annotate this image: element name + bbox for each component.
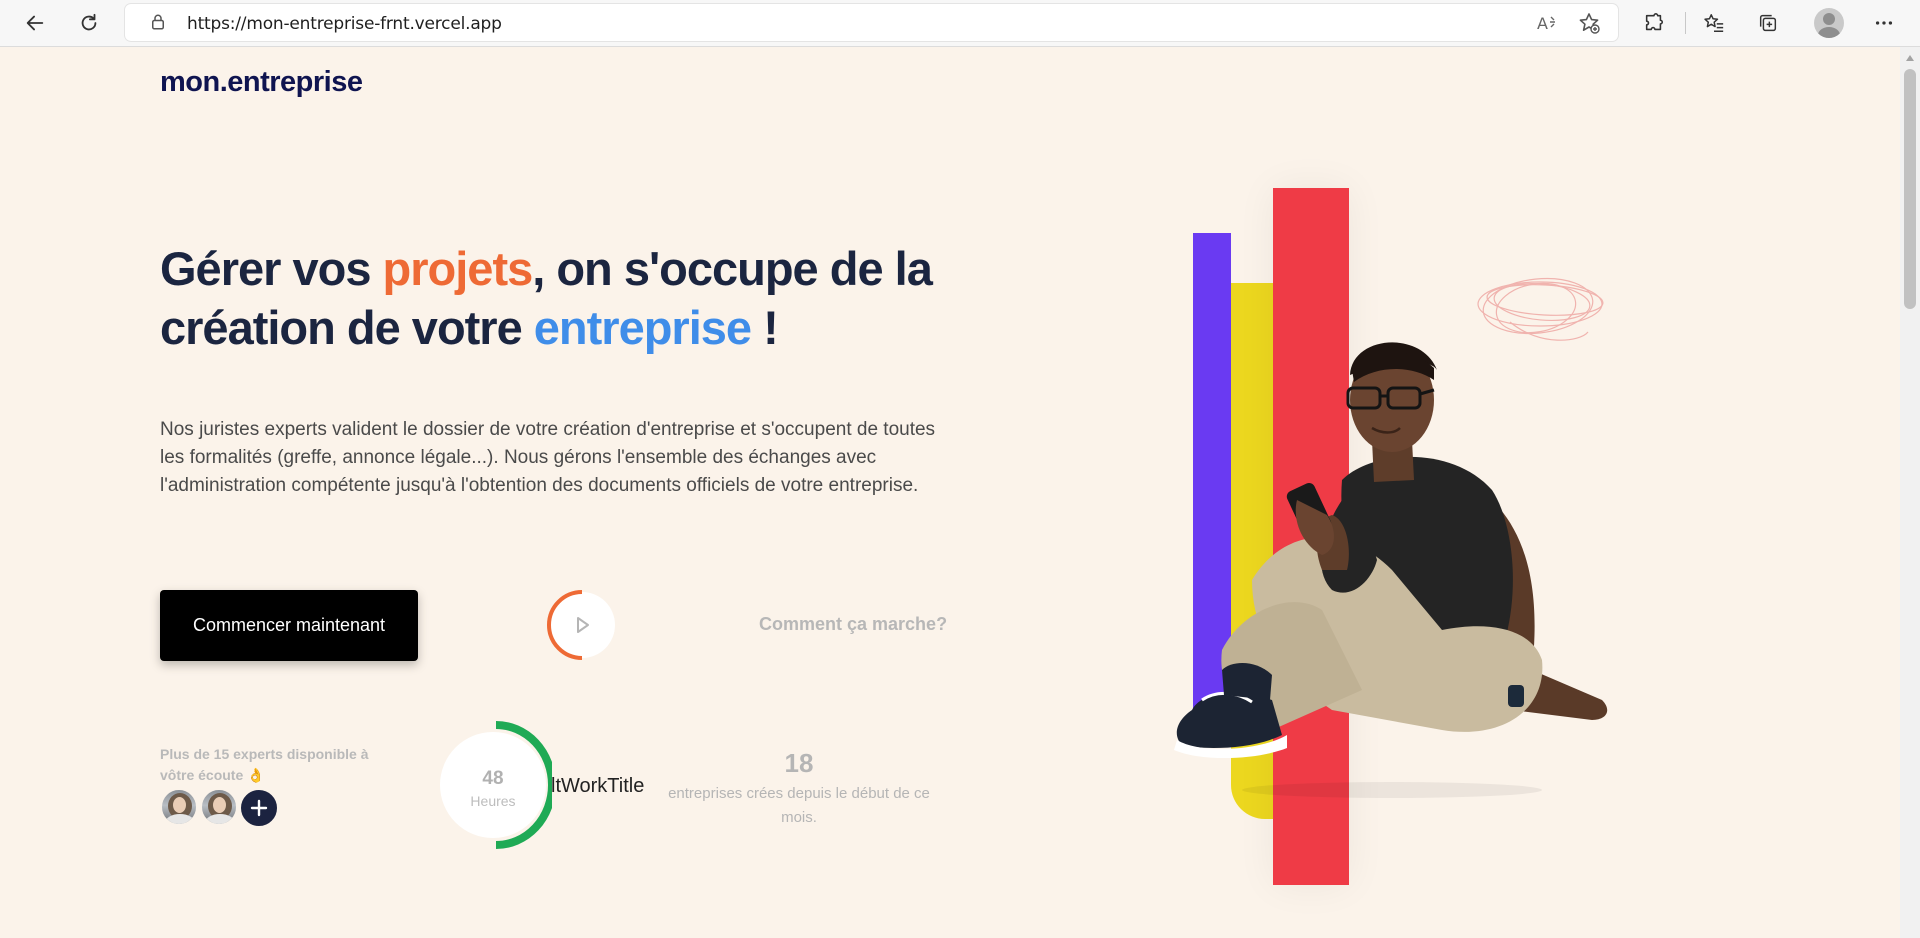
how-it-works-link[interactable]: Comment ça marche? — [759, 614, 947, 635]
page-scrollbar[interactable] — [1900, 47, 1920, 938]
extensions-button[interactable] — [1637, 6, 1671, 40]
companies-count: 18 — [784, 748, 814, 778]
play-icon — [547, 590, 615, 660]
avatar[interactable] — [200, 788, 238, 826]
plus-icon — [250, 799, 268, 817]
url-text[interactable]: https://mon-entreprise-frnt.vercel.app — [187, 14, 502, 34]
hours-stat: 48 Heures — [440, 720, 552, 850]
collections-button[interactable] — [1751, 6, 1785, 40]
headline-part1: Gérer vos — [160, 242, 383, 295]
add-expert-button[interactable] — [239, 788, 279, 828]
puzzle-icon — [1645, 13, 1664, 31]
more-menu-button[interactable] — [1867, 6, 1901, 40]
add-favorite-icon[interactable] — [1577, 11, 1601, 35]
scroll-up-arrow-icon[interactable] — [1906, 55, 1914, 61]
stat-title: ltWorkTitle — [551, 775, 645, 797]
favorites-button[interactable] — [1697, 6, 1731, 40]
headline-highlight-entreprise: entreprise — [533, 301, 752, 354]
headline-highlight-projets: projets — [382, 242, 534, 295]
toolbar-separator — [1685, 12, 1686, 34]
svg-text:A: A — [1537, 14, 1548, 33]
refresh-icon — [81, 13, 97, 31]
site-logo[interactable]: mon.entreprise — [160, 66, 363, 99]
read-aloud-icon[interactable]: A — [1535, 11, 1559, 35]
scroll-thumb[interactable] — [1904, 69, 1916, 309]
refresh-button[interactable] — [72, 6, 106, 40]
collections-icon — [1759, 14, 1777, 32]
browser-toolbar: https://mon-entreprise-frnt.vercel.app A — [0, 0, 1920, 47]
person-illustration — [1174, 342, 1608, 798]
experts-availability-text: Plus de 15 experts disponible à vôtre éc… — [160, 746, 369, 783]
avatar[interactable] — [160, 788, 198, 826]
hero-description: Nos juristes experts valident le dossier… — [160, 419, 936, 496]
headline-part3: ! — [751, 301, 779, 354]
address-bar[interactable]: https://mon-entreprise-frnt.vercel.app A — [125, 4, 1618, 41]
companies-count-label: entreprises crées depuis le début de ce … — [668, 785, 930, 826]
hours-unit: Heures — [470, 793, 516, 809]
back-button[interactable] — [18, 6, 52, 40]
favorites-list-icon — [1704, 14, 1724, 32]
lock-icon — [152, 14, 164, 30]
hero-headline: Gérer vos projets, on s'occupe de la cré… — [160, 239, 960, 357]
play-video-button[interactable] — [544, 587, 620, 663]
start-now-button[interactable]: Commencer maintenant — [160, 590, 418, 661]
hours-number: 48 — [482, 768, 504, 789]
more-dots-icon — [1875, 21, 1893, 25]
arrow-left-icon — [26, 15, 44, 31]
experts-avatars — [160, 788, 290, 828]
profile-avatar[interactable] — [1814, 8, 1844, 38]
